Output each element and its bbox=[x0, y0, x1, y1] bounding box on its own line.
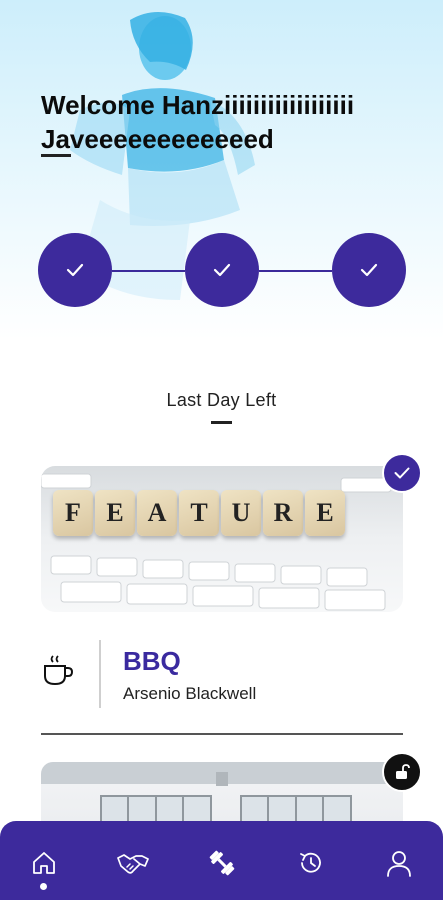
trainer-name: Arsenio Blackwell bbox=[123, 684, 257, 703]
handshake-icon bbox=[117, 854, 149, 874]
progress-connector bbox=[259, 270, 332, 272]
check-icon bbox=[394, 467, 410, 479]
welcome-line-1: Welcome Hanziiiiiiiiiiiiiiiiii bbox=[41, 90, 355, 120]
nav-workouts[interactable] bbox=[202, 843, 242, 883]
section-title: Last Day Left bbox=[166, 390, 277, 410]
progress-step-2[interactable] bbox=[185, 233, 259, 307]
check-icon bbox=[213, 263, 231, 277]
progress-step-1[interactable] bbox=[38, 233, 112, 307]
letter-tile: F bbox=[53, 490, 93, 536]
active-indicator bbox=[40, 883, 47, 890]
completed-badge[interactable] bbox=[382, 453, 422, 493]
nav-partners[interactable] bbox=[113, 843, 153, 883]
progress-steps bbox=[38, 233, 406, 309]
letter-tile: E bbox=[95, 490, 135, 536]
section-underline bbox=[211, 421, 232, 424]
workout-card-image[interactable]: F E A T U R E bbox=[41, 466, 403, 612]
coffee-cup-icon bbox=[44, 655, 74, 686]
info-divider bbox=[99, 640, 101, 708]
heading-underline bbox=[41, 154, 71, 157]
letter-tile: T bbox=[179, 490, 219, 536]
nav-profile[interactable] bbox=[379, 843, 419, 883]
dumbbell-icon bbox=[209, 850, 235, 876]
home-icon bbox=[33, 852, 55, 874]
check-icon bbox=[360, 263, 378, 277]
welcome-line-2: Javeeeeeeeeeeeed bbox=[41, 124, 274, 154]
unlock-icon bbox=[396, 764, 410, 779]
bottom-navigation bbox=[0, 821, 443, 900]
letter-tile: E bbox=[305, 490, 345, 536]
keyboard-background bbox=[41, 473, 392, 611]
feature-letter-tiles: F E A T U R E bbox=[53, 490, 345, 536]
letter-tile: U bbox=[221, 490, 261, 536]
nav-home[interactable] bbox=[24, 843, 64, 883]
check-icon bbox=[66, 263, 84, 277]
workout-title: BBQ bbox=[123, 646, 181, 676]
locked-badge[interactable] bbox=[382, 752, 422, 792]
progress-connector bbox=[112, 270, 185, 272]
letter-tile: A bbox=[137, 490, 177, 536]
letter-tile: R bbox=[263, 490, 303, 536]
workout-info[interactable]: BBQ Arsenio Blackwell bbox=[41, 640, 403, 708]
card-divider bbox=[41, 733, 403, 735]
progress-step-3[interactable] bbox=[332, 233, 406, 307]
profile-icon bbox=[387, 851, 411, 877]
nav-history[interactable] bbox=[291, 843, 331, 883]
history-icon bbox=[300, 852, 321, 873]
welcome-heading: Welcome Hanziiiiiiiiiiiiiiiiii Javeeeeee… bbox=[41, 88, 421, 156]
